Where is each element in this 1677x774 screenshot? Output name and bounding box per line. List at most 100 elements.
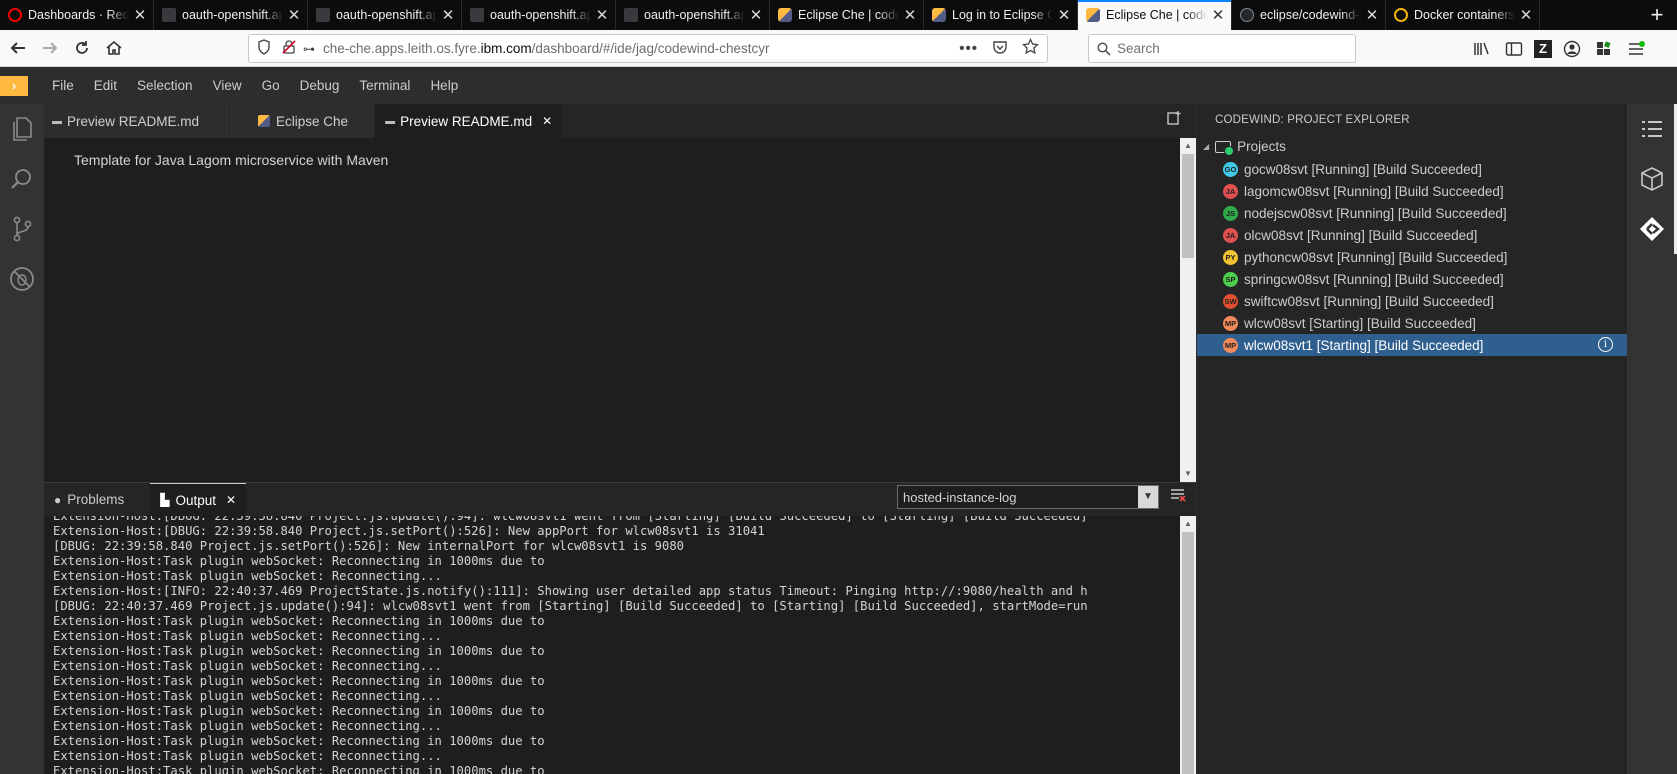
output-line: Extension-Host:Task plugin webSocket: Re… bbox=[53, 569, 442, 583]
browser-tab-title: oauth-openshift.apps.le bbox=[336, 8, 437, 22]
bookmark-star-icon[interactable] bbox=[1022, 37, 1039, 59]
explorer-title: CODEWIND: PROJECT EXPLORER bbox=[1215, 114, 1410, 126]
close-tab-icon[interactable]: ✕ bbox=[1057, 6, 1071, 24]
project-item[interactable]: JA lagomcw08svt [Running] [Build Succeede… bbox=[1197, 180, 1627, 202]
projects-root[interactable]: ◢ Projects bbox=[1203, 139, 1286, 156]
library-icon[interactable] bbox=[1470, 37, 1494, 61]
close-tab-icon[interactable]: ✕ bbox=[595, 6, 609, 24]
search-icon[interactable] bbox=[0, 154, 44, 204]
close-tab-icon[interactable]: ✕ bbox=[133, 6, 147, 24]
url-domain: ibm.com bbox=[480, 41, 532, 56]
browser-tab[interactable]: oauth-openshift.apps.le ✕ bbox=[308, 0, 462, 30]
page-actions-icon[interactable]: ••• bbox=[959, 40, 978, 57]
project-item[interactable]: JS nodejscw08svt [Running] [Build Succeed… bbox=[1197, 202, 1627, 224]
editor-tab[interactable]: ▬ Preview README.md bbox=[44, 104, 231, 138]
url-prefix: che-che.apps.leith.os.fyre. bbox=[323, 41, 481, 56]
close-tab-icon[interactable]: ✕ bbox=[1211, 6, 1225, 24]
project-item[interactable]: PY pythoncw08svt [Running] [Build Succeed… bbox=[1197, 246, 1627, 268]
browser-tab-title: oauth-openshift.apps.le bbox=[490, 8, 591, 22]
forward-button[interactable] bbox=[34, 33, 66, 63]
browser-tab[interactable]: Docker containers h ✕ bbox=[1386, 0, 1540, 30]
browser-tab[interactable]: Eclipse Che | codew ✕ bbox=[770, 0, 924, 30]
project-item[interactable]: SP springcw08svt [Running] [Build Succeed… bbox=[1197, 268, 1627, 290]
search-bar[interactable]: Search bbox=[1088, 34, 1356, 63]
account-icon[interactable] bbox=[1560, 37, 1584, 61]
editor-tab[interactable]: ▬ Preview README.md ✕ bbox=[375, 104, 564, 138]
menu-item-debug[interactable]: Debug bbox=[290, 67, 350, 104]
split-editor-icon[interactable] bbox=[1166, 110, 1184, 128]
browser-tab[interactable]: oauth-openshift.apps.le ✕ bbox=[616, 0, 770, 30]
insecure-lock-icon[interactable] bbox=[281, 39, 297, 58]
back-button[interactable] bbox=[2, 33, 34, 63]
close-icon[interactable]: ✕ bbox=[542, 114, 552, 128]
language-badge-icon: JA bbox=[1223, 227, 1238, 243]
browser-tab[interactable]: eclipse/codewind-p ✕ bbox=[1232, 0, 1386, 30]
sidebar-toggle-icon[interactable] bbox=[1502, 37, 1526, 61]
permissions-icon[interactable]: ⊶ bbox=[303, 42, 315, 56]
editor-scrollbar[interactable]: ▲ ▼ bbox=[1180, 138, 1196, 482]
menu-item-help[interactable]: Help bbox=[420, 67, 468, 104]
project-item[interactable]: SW swiftcw08svt [Running] [Build Succeede… bbox=[1197, 290, 1627, 312]
url-bar[interactable]: ⊶ che-che.apps.leith.os.fyre.ibm.com/das… bbox=[248, 34, 1048, 63]
output-icon: ▙ bbox=[160, 493, 170, 507]
expanded-triangle-icon[interactable]: ◢ bbox=[1203, 142, 1209, 151]
menu-item-edit[interactable]: Edit bbox=[84, 67, 127, 104]
scroll-up-arrow-icon[interactable]: ▲ bbox=[1180, 516, 1196, 532]
scrollbar-thumb[interactable] bbox=[1182, 532, 1194, 774]
panel-tab-output[interactable]: ▙ Output ✕ bbox=[150, 483, 247, 516]
project-label: springcw08svt [Running] [Build Succeeded… bbox=[1244, 271, 1504, 287]
back-arrow-icon bbox=[10, 42, 25, 54]
debug-icon[interactable] bbox=[0, 254, 44, 304]
shield-icon[interactable] bbox=[257, 39, 271, 58]
explorer-files-icon[interactable] bbox=[0, 104, 44, 154]
menu-item-file[interactable]: File bbox=[42, 67, 84, 104]
browser-tab[interactable]: oauth-openshift.apps.le ✕ bbox=[462, 0, 616, 30]
clear-output-icon[interactable] bbox=[1170, 488, 1186, 506]
browser-tab[interactable]: Dashboards · Red H ✕ bbox=[0, 0, 154, 30]
output-line: Extension-Host:[DBUG: 22:39:58.840 Proje… bbox=[53, 516, 1088, 523]
menu-item-go[interactable]: Go bbox=[252, 67, 290, 104]
outline-list-icon[interactable] bbox=[1627, 104, 1677, 154]
pocket-icon[interactable] bbox=[992, 39, 1008, 59]
menu-item-view[interactable]: View bbox=[203, 67, 252, 104]
codewind-icon[interactable] bbox=[1627, 204, 1677, 254]
url-text[interactable]: che-che.apps.leith.os.fyre.ibm.com/dashb… bbox=[323, 41, 770, 56]
project-item[interactable]: JA olcw08svt [Running] [Build Succeeded] bbox=[1197, 224, 1627, 246]
source-control-icon[interactable] bbox=[0, 204, 44, 254]
browser-tab-title: Docker containers h bbox=[1414, 8, 1515, 22]
zotero-extension-icon[interactable]: Z bbox=[1534, 39, 1552, 58]
close-tab-icon[interactable]: ✕ bbox=[441, 6, 455, 24]
project-item[interactable]: MP wlcw08svt1 [Starting] [Build Succeeded… bbox=[1197, 334, 1627, 356]
close-tab-icon[interactable]: ✕ bbox=[1365, 6, 1379, 24]
output-channel-select[interactable]: hosted-instance-log ▼ bbox=[897, 485, 1159, 509]
scrollbar-thumb[interactable] bbox=[1182, 154, 1194, 258]
project-item[interactable]: MP wlcw08svt [Starting] [Build Succeeded] bbox=[1197, 312, 1627, 334]
close-tab-icon[interactable]: ✕ bbox=[903, 6, 917, 24]
menu-icon[interactable] bbox=[1624, 37, 1648, 61]
editor-tab-label: Eclipse Che bbox=[276, 113, 349, 129]
scroll-up-arrow-icon[interactable]: ▲ bbox=[1180, 138, 1196, 154]
extensions-icon[interactable] bbox=[1592, 37, 1616, 61]
package-cube-icon[interactable] bbox=[1627, 154, 1677, 204]
browser-tab[interactable]: oauth-openshift.apps.le ✕ bbox=[154, 0, 308, 30]
browser-tab[interactable]: Eclipse Che | codew ✕ bbox=[1078, 0, 1232, 30]
project-label: pythoncw08svt [Running] [Build Succeeded… bbox=[1244, 249, 1508, 265]
editor-tab[interactable]: Eclipse Che bbox=[230, 104, 376, 138]
reload-button[interactable] bbox=[66, 33, 98, 63]
project-label: wlcw08svt1 [Starting] [Build Succeeded] bbox=[1244, 337, 1484, 353]
panel-tab-problems[interactable]: ● Problems bbox=[44, 483, 150, 516]
close-tab-icon[interactable]: ✕ bbox=[287, 6, 301, 24]
info-icon[interactable]: i bbox=[1598, 337, 1613, 352]
close-icon[interactable]: ✕ bbox=[226, 493, 236, 507]
home-button[interactable] bbox=[98, 33, 130, 63]
close-tab-icon[interactable]: ✕ bbox=[1519, 6, 1533, 24]
project-item[interactable]: GO gocw08svt [Running] [Build Succeeded] bbox=[1197, 158, 1627, 180]
menu-item-selection[interactable]: Selection bbox=[127, 67, 203, 104]
new-tab-button[interactable]: + bbox=[1637, 0, 1677, 30]
menu-item-terminal[interactable]: Terminal bbox=[349, 67, 420, 104]
close-tab-icon[interactable]: ✕ bbox=[749, 6, 763, 24]
chevron-down-icon[interactable]: ▼ bbox=[1138, 486, 1158, 508]
scroll-down-arrow-icon[interactable]: ▼ bbox=[1180, 466, 1196, 482]
browser-tab[interactable]: Log in to Eclipse Ch ✕ bbox=[924, 0, 1078, 30]
output-scrollbar[interactable]: ▲ bbox=[1180, 516, 1196, 774]
